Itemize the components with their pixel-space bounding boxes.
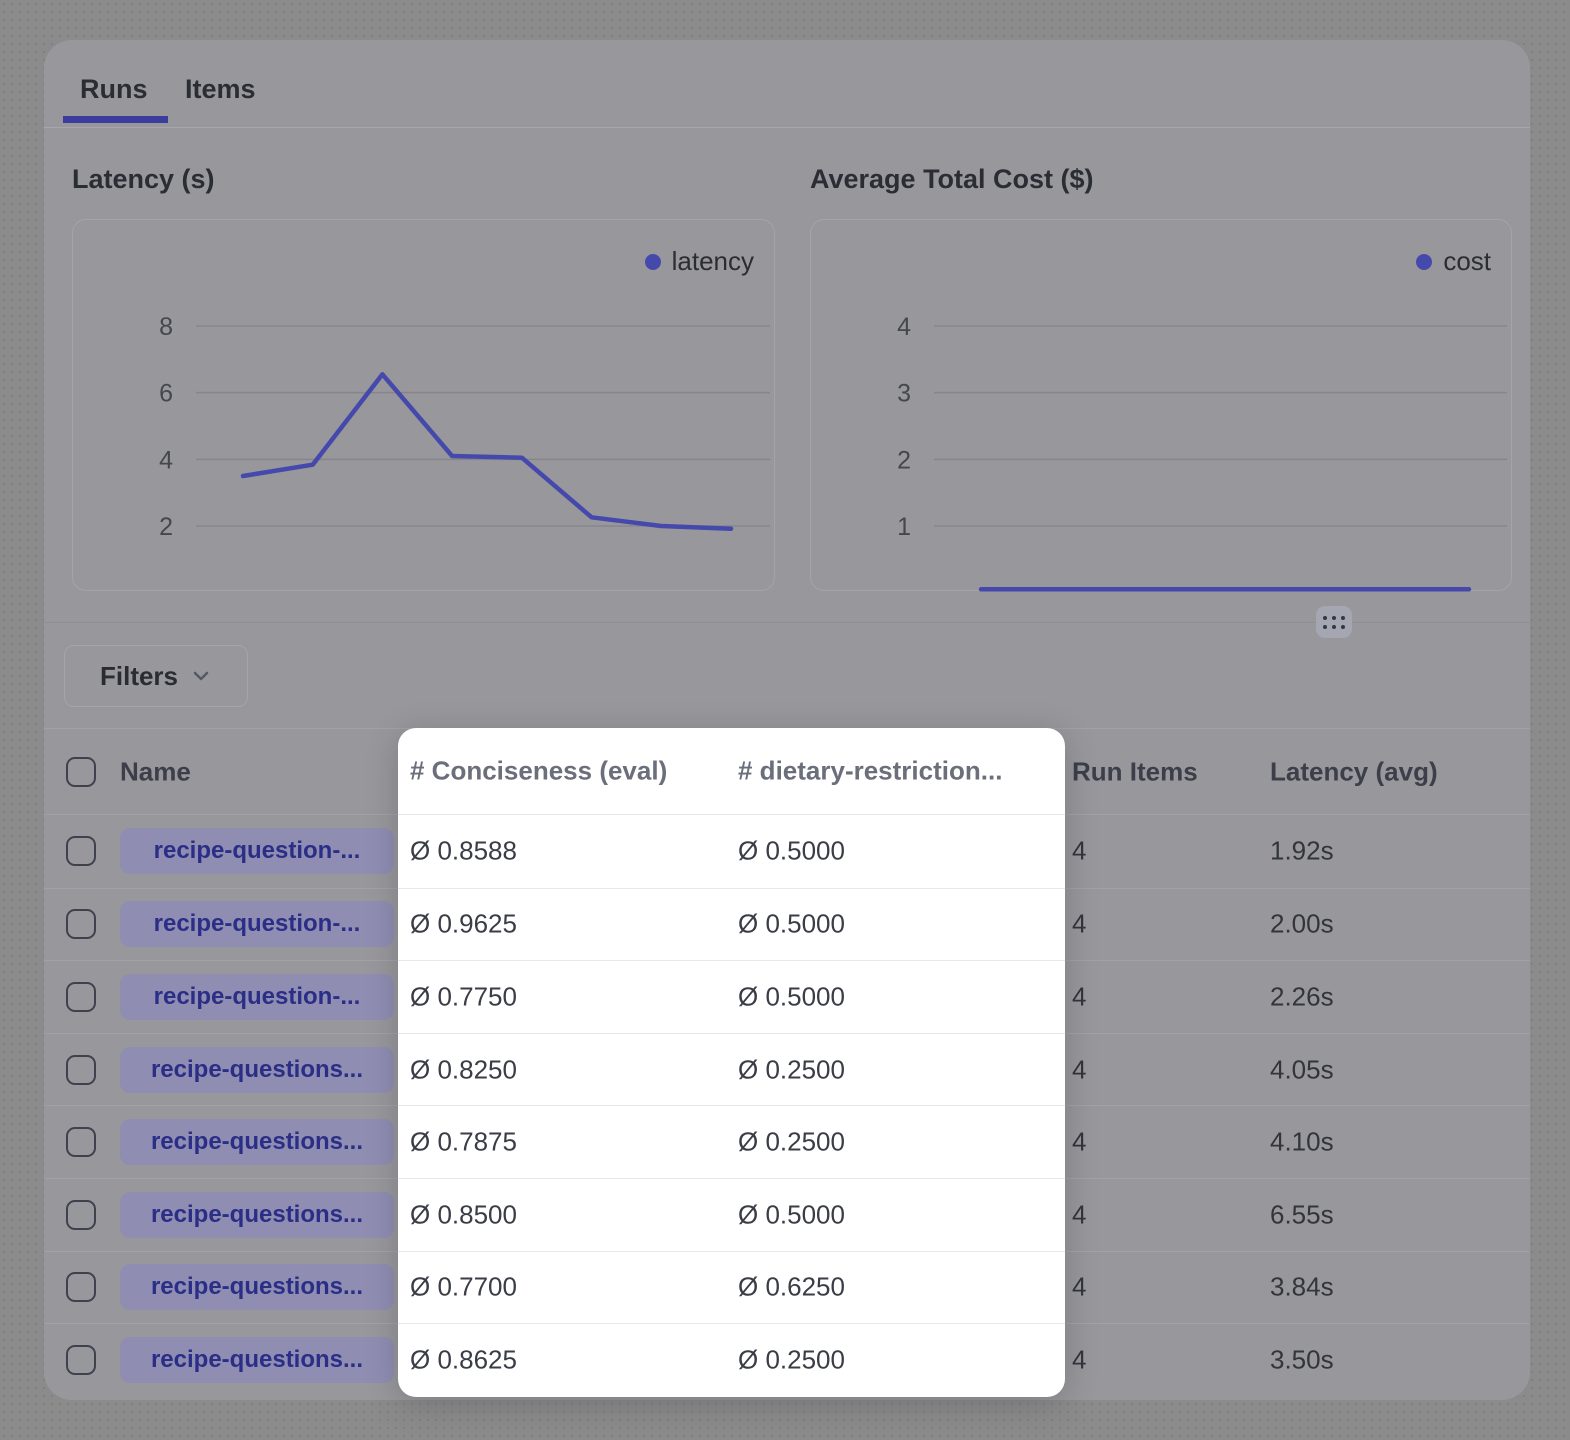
run-name-badge[interactable]: recipe-question-... xyxy=(120,828,394,874)
row-checkbox[interactable] xyxy=(66,1127,96,1157)
tab-items[interactable]: Items xyxy=(185,74,256,105)
cost-chart-card: 1 2 3 4 cost xyxy=(810,219,1512,591)
row-checkbox[interactable] xyxy=(66,836,96,866)
runs-dashboard-panel: Runs Items Latency (s) Average Total Cos… xyxy=(44,40,1530,1400)
row-checkbox[interactable] xyxy=(66,1055,96,1085)
highlighted-header-row: # Conciseness (eval) # dietary-restricti… xyxy=(398,728,1065,815)
dietary-restriction-score-value: Ø 0.5000 xyxy=(738,1199,845,1230)
run-name-badge[interactable]: recipe-question-... xyxy=(120,974,394,1020)
run-name-badge[interactable]: recipe-questions... xyxy=(120,1264,394,1310)
run-items-value: 4 xyxy=(1072,1272,1086,1303)
y-tick-label: 2 xyxy=(159,513,173,541)
highlighted-row[interactable]: Ø 0.7875 Ø 0.2500 xyxy=(398,1105,1065,1178)
run-name-badge[interactable]: recipe-questions... xyxy=(120,1047,394,1093)
conciseness-score-value: Ø 0.8500 xyxy=(410,1199,517,1230)
latency-avg-value: 4.05s xyxy=(1270,1054,1334,1085)
run-items-value: 4 xyxy=(1072,1054,1086,1085)
highlighted-row[interactable]: Ø 0.8500 Ø 0.5000 xyxy=(398,1178,1065,1251)
cost-line-chart: 1 2 3 4 xyxy=(811,220,1513,592)
tab-bar: Runs Items xyxy=(44,40,1530,128)
row-checkbox[interactable] xyxy=(66,909,96,939)
drag-handle-icon[interactable] xyxy=(1316,606,1352,638)
run-items-value: 4 xyxy=(1072,981,1086,1012)
column-header-dietary-restriction[interactable]: # dietary-restriction... xyxy=(738,756,1002,787)
dietary-restriction-score-value: Ø 0.6250 xyxy=(738,1272,845,1303)
filters-button[interactable]: Filters xyxy=(64,645,248,707)
row-checkbox[interactable] xyxy=(66,1272,96,1302)
column-header-conciseness[interactable]: # Conciseness (eval) xyxy=(410,756,667,787)
tab-runs-label: Runs xyxy=(80,74,148,104)
highlighted-columns-panel: # Conciseness (eval) # dietary-restricti… xyxy=(398,728,1065,1397)
run-items-value: 4 xyxy=(1072,1199,1086,1230)
latency-legend-label: latency xyxy=(672,246,754,277)
conciseness-score-value: Ø 0.9625 xyxy=(410,909,517,940)
dietary-restriction-score-value: Ø 0.2500 xyxy=(738,1054,845,1085)
cost-legend-label: cost xyxy=(1443,246,1491,277)
latency-avg-value: 1.92s xyxy=(1270,836,1334,867)
row-checkbox[interactable] xyxy=(66,982,96,1012)
dietary-restriction-score-value: Ø 0.2500 xyxy=(738,1127,845,1158)
y-tick-label: 4 xyxy=(897,313,911,341)
dietary-restriction-score-value: Ø 0.5000 xyxy=(738,981,845,1012)
row-checkbox[interactable] xyxy=(66,1345,96,1375)
run-items-value: 4 xyxy=(1072,836,1086,867)
latency-data-line xyxy=(243,374,731,528)
run-name-badge[interactable]: recipe-questions... xyxy=(120,1192,394,1238)
highlighted-row[interactable]: Ø 0.8625 Ø 0.2500 xyxy=(398,1323,1065,1396)
run-items-value: 4 xyxy=(1072,1127,1086,1158)
chevron-down-icon xyxy=(190,665,212,687)
run-items-value: 4 xyxy=(1072,1344,1086,1375)
conciseness-score-value: Ø 0.7700 xyxy=(410,1272,517,1303)
row-checkbox[interactable] xyxy=(66,1200,96,1230)
latency-avg-value: 4.10s xyxy=(1270,1127,1334,1158)
run-items-value: 4 xyxy=(1072,909,1086,940)
y-tick-label: 2 xyxy=(897,446,911,474)
column-header-latency-avg[interactable]: Latency (avg) xyxy=(1270,756,1438,787)
highlighted-row[interactable]: Ø 0.7750 Ø 0.5000 xyxy=(398,960,1065,1033)
latency-avg-value: 6.55s xyxy=(1270,1199,1334,1230)
conciseness-score-value: Ø 0.8250 xyxy=(410,1054,517,1085)
select-all-checkbox[interactable] xyxy=(66,757,96,787)
highlighted-row[interactable]: Ø 0.9625 Ø 0.5000 xyxy=(398,888,1065,961)
cost-chart-title: Average Total Cost ($) xyxy=(810,159,1094,199)
highlighted-row[interactable]: Ø 0.8250 Ø 0.2500 xyxy=(398,1033,1065,1106)
latency-avg-value: 2.26s xyxy=(1270,981,1334,1012)
dietary-restriction-score-value: Ø 0.5000 xyxy=(738,909,845,940)
conciseness-score-value: Ø 0.8625 xyxy=(410,1344,517,1375)
cost-chart-legend: cost xyxy=(1416,246,1491,277)
column-header-name[interactable]: Name xyxy=(120,756,191,787)
tab-runs[interactable]: Runs xyxy=(80,74,148,105)
run-name-badge[interactable]: recipe-question-... xyxy=(120,901,394,947)
latency-legend-dot-icon xyxy=(645,254,661,270)
dietary-restriction-score-value: Ø 0.5000 xyxy=(738,836,845,867)
highlighted-columns-body: Ø 0.8588Ø 0.5000Ø 0.9625Ø 0.5000Ø 0.7750… xyxy=(398,815,1065,1396)
conciseness-score-value: Ø 0.7750 xyxy=(410,981,517,1012)
filters-button-label: Filters xyxy=(100,661,178,692)
cost-legend-dot-icon xyxy=(1416,254,1432,270)
latency-chart-card: 2 4 6 8 latency xyxy=(72,219,775,591)
latency-chart-title: Latency (s) xyxy=(72,159,215,199)
y-tick-label: 4 xyxy=(159,446,173,474)
section-divider xyxy=(44,622,1530,623)
dietary-restriction-score-value: Ø 0.2500 xyxy=(738,1344,845,1375)
latency-chart-legend: latency xyxy=(645,246,754,277)
y-tick-label: 6 xyxy=(159,380,173,408)
y-tick-label: 3 xyxy=(897,380,911,408)
run-name-badge[interactable]: recipe-questions... xyxy=(120,1119,394,1165)
highlighted-row[interactable]: Ø 0.8588 Ø 0.5000 xyxy=(398,815,1065,888)
latency-avg-value: 3.84s xyxy=(1270,1272,1334,1303)
column-header-run-items[interactable]: Run Items xyxy=(1072,756,1198,787)
latency-avg-value: 3.50s xyxy=(1270,1344,1334,1375)
y-tick-label: 8 xyxy=(159,313,173,341)
run-name-badge[interactable]: recipe-questions... xyxy=(120,1337,394,1383)
y-tick-label: 1 xyxy=(897,513,911,541)
conciseness-score-value: Ø 0.7875 xyxy=(410,1127,517,1158)
latency-avg-value: 2.00s xyxy=(1270,909,1334,940)
conciseness-score-value: Ø 0.8588 xyxy=(410,836,517,867)
tab-items-label: Items xyxy=(185,74,256,104)
highlighted-row[interactable]: Ø 0.7700 Ø 0.6250 xyxy=(398,1251,1065,1324)
